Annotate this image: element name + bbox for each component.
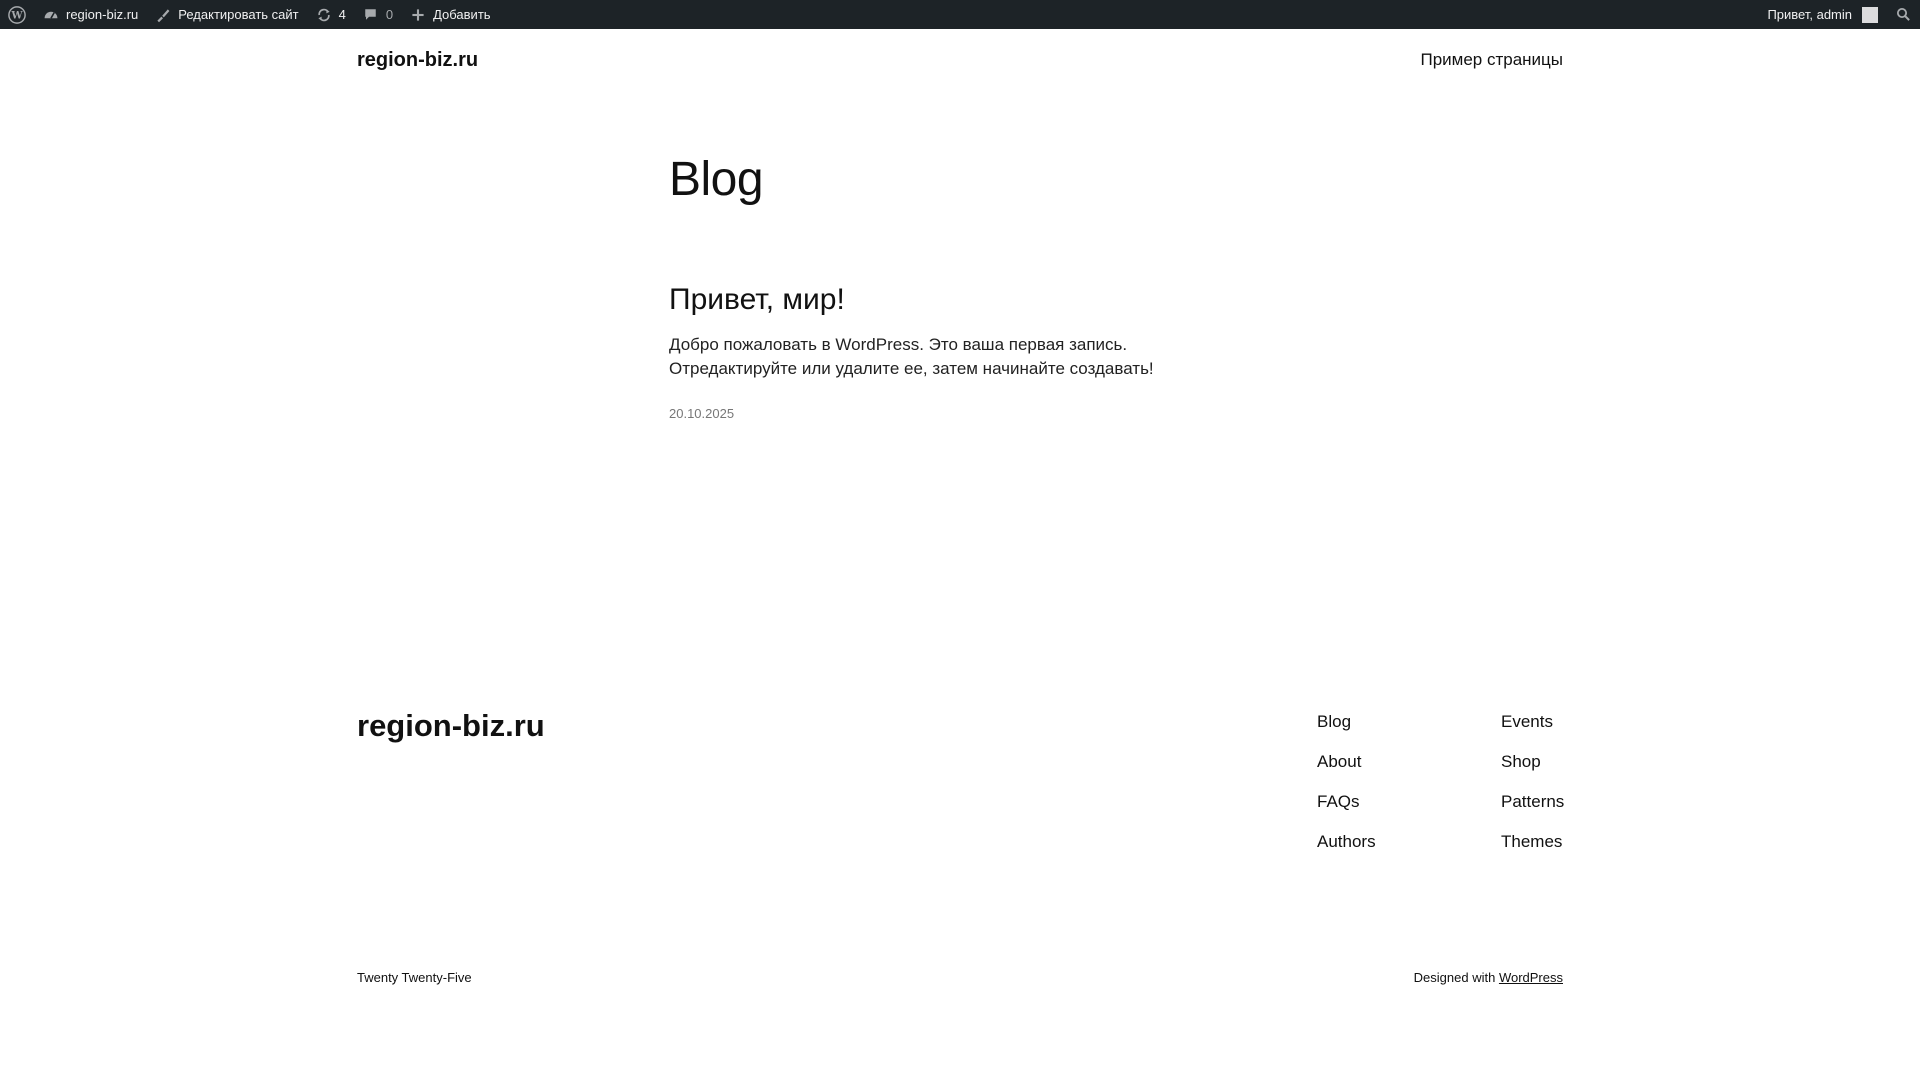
- site-name-menu[interactable]: region-biz.ru: [34, 0, 146, 29]
- post-excerpt: Добро пожаловать в WordPress. Это ваша п…: [669, 335, 1154, 378]
- footer-link-authors[interactable]: Authors: [1317, 832, 1376, 852]
- footer-link-events[interactable]: Events: [1501, 712, 1564, 732]
- post-title-link[interactable]: Привет, мир!: [669, 280, 845, 320]
- footer-link-faqs[interactable]: FAQs: [1317, 792, 1376, 812]
- site-title-link[interactable]: region-biz.ru: [357, 49, 478, 72]
- site-header: region-biz.ru Пример страницы: [357, 29, 1563, 93]
- footer-link-blog[interactable]: Blog: [1317, 712, 1376, 732]
- main-content: Blog Привет, мир! Добро пожаловать в Wor…: [669, 150, 1229, 421]
- wordpress-link[interactable]: WordPress: [1499, 970, 1563, 985]
- page-title: Blog: [669, 153, 764, 206]
- footer-nav-column-2: Events Shop Patterns Themes: [1501, 712, 1564, 852]
- search-icon: [1894, 6, 1912, 24]
- theme-name: Twenty Twenty-Five: [357, 970, 472, 985]
- nav-item-sample-page[interactable]: Пример страницы: [1420, 50, 1563, 70]
- brush-icon: [154, 6, 172, 24]
- admin-bar: W region-biz.ru Редактировать сайт 4 0 Д…: [0, 0, 1920, 29]
- admin-search-button[interactable]: [1886, 0, 1920, 29]
- dashboard-icon: [42, 6, 60, 24]
- designed-with-label: Designed with: [1413, 970, 1496, 985]
- greeting-label: Привет, admin: [1767, 7, 1852, 22]
- plus-icon: [409, 6, 427, 24]
- admin-bar-left: W region-biz.ru Редактировать сайт 4 0 Д…: [0, 0, 499, 29]
- my-account-menu[interactable]: Привет, admin: [1759, 0, 1886, 29]
- footer-link-about[interactable]: About: [1317, 752, 1376, 772]
- updates-icon: [315, 6, 333, 24]
- comment-icon: [362, 6, 380, 24]
- comments-button[interactable]: 0: [354, 0, 401, 29]
- wordpress-icon: W: [8, 5, 26, 24]
- svg-text:W: W: [10, 10, 23, 21]
- footer-nav-column-1: Blog About FAQs Authors: [1317, 712, 1376, 852]
- post-date[interactable]: 20.10.2025: [669, 406, 734, 421]
- updates-count: 4: [338, 7, 346, 22]
- add-new-button[interactable]: Добавить: [401, 0, 498, 29]
- footer-link-patterns[interactable]: Patterns: [1501, 792, 1564, 812]
- footer-site-title-link[interactable]: region-biz.ru: [357, 708, 545, 744]
- edit-site-button[interactable]: Редактировать сайт: [146, 0, 306, 29]
- site-name-label: region-biz.ru: [66, 7, 139, 22]
- footer-link-themes[interactable]: Themes: [1501, 832, 1564, 852]
- add-new-label: Добавить: [433, 7, 491, 22]
- edit-site-label: Редактировать сайт: [178, 7, 299, 22]
- credits: Designed with WordPress: [1414, 970, 1563, 985]
- comments-count: 0: [385, 7, 394, 22]
- updates-button[interactable]: 4: [307, 0, 354, 29]
- admin-bar-right: Привет, admin: [1759, 0, 1920, 29]
- footer-link-shop[interactable]: Shop: [1501, 752, 1564, 772]
- avatar: [1862, 6, 1878, 23]
- wordpress-logo-menu[interactable]: W: [0, 0, 34, 29]
